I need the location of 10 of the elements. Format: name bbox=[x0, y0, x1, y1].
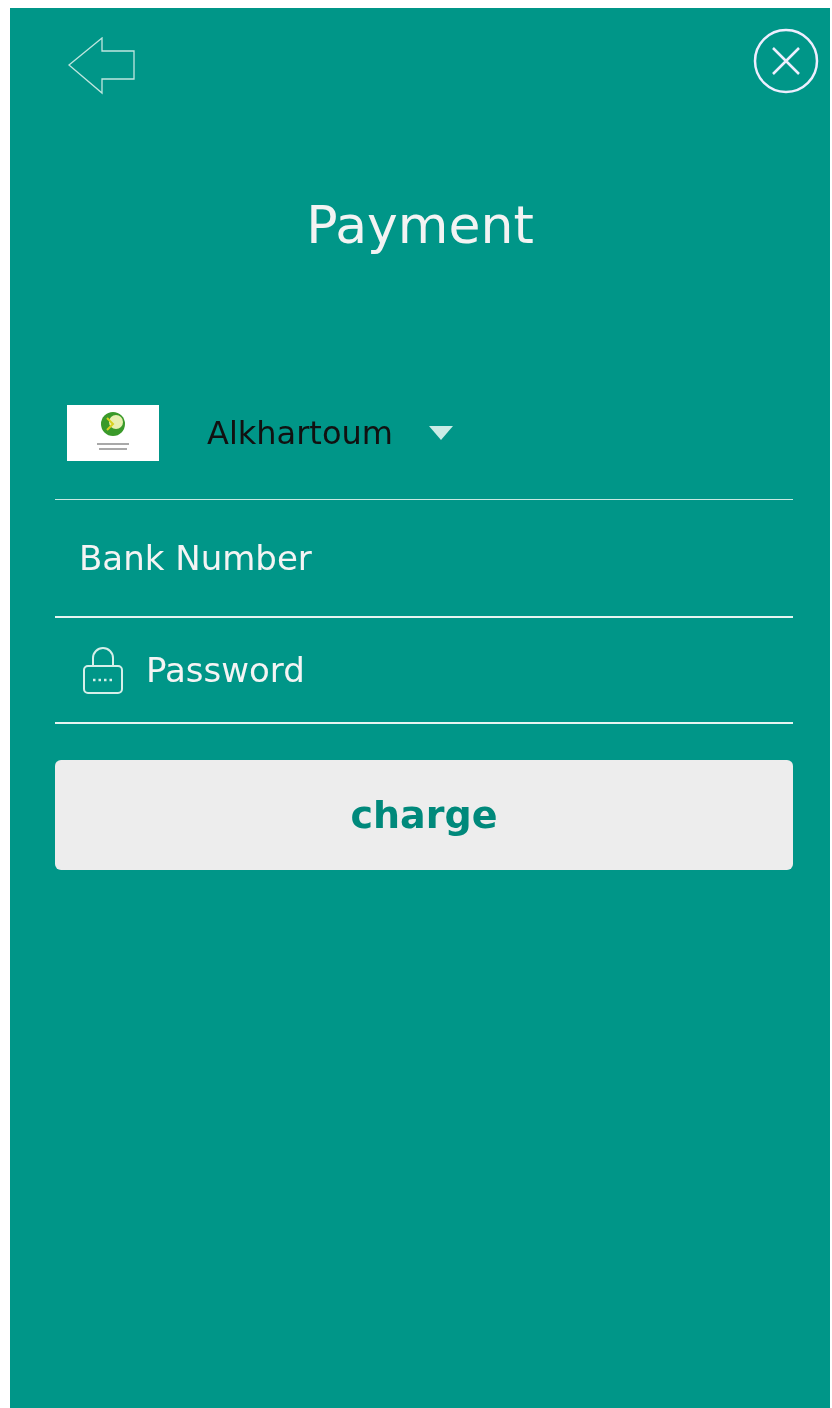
caret-icon bbox=[428, 426, 453, 440]
close-icon[interactable] bbox=[753, 28, 819, 94]
lock-icon bbox=[82, 645, 124, 695]
input-field[interactable]: Bank Number bbox=[79, 538, 793, 578]
page-title: Payment bbox=[305, 195, 535, 255]
bank-dropdown[interactable]: Alkhartoum bbox=[207, 414, 453, 452]
back-arrow-icon[interactable] bbox=[68, 37, 136, 95]
password-field[interactable]: Password bbox=[146, 650, 793, 690]
bank-logo-icon bbox=[67, 405, 159, 461]
charge-button[interactable]: charge bbox=[55, 760, 793, 870]
